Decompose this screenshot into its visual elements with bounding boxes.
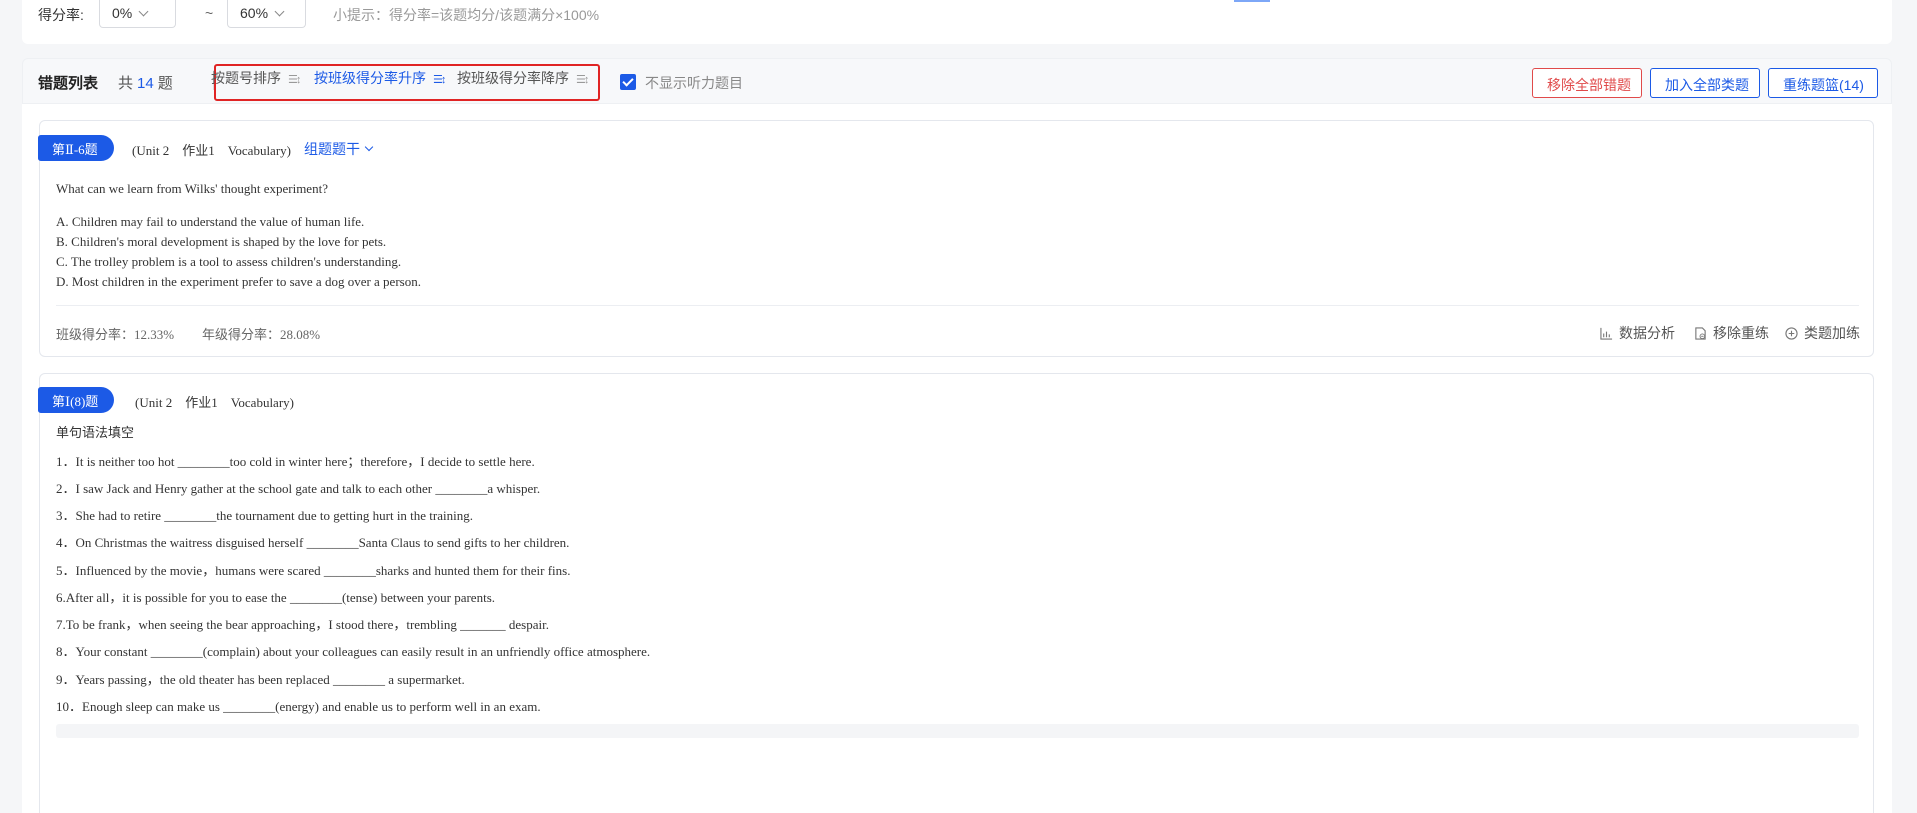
fill-item: 1．It is neither too hot ________too cold… — [56, 454, 535, 469]
option-c: C. The trolley problem is a tool to asse… — [56, 254, 402, 269]
divider — [56, 305, 1859, 306]
max-score-select[interactable]: 60% — [227, 0, 306, 28]
retrain-basket-button[interactable]: 重练题篮(14) — [1768, 68, 1878, 98]
question-prompt: What can we learn from Wilks' thought ex… — [56, 181, 328, 196]
fill-item: 8．Your constant ________(complain) about… — [56, 644, 651, 659]
question-instruction: 单句语法填空 — [56, 425, 135, 440]
score-filter-bar: 得分率: 0% ~ 60% 小提示：得分率=该题均分/该题满分×100% — [22, 0, 1892, 44]
document-remove-icon — [1695, 327, 1706, 340]
question-card: 第Ⅱ-6题 (Unit 2 作业1 Vocabulary) 组题题干 What … — [38, 120, 1874, 357]
add-all-similar-button[interactable]: 加入全部类题 — [1650, 68, 1760, 98]
grade-score-rate: 年级得分率：28.08% — [202, 327, 321, 342]
chevron-down-icon — [274, 6, 285, 17]
remove-all-wrong-button[interactable]: 移除全部错题 — [1532, 68, 1642, 98]
list-title: 错题列表 — [38, 75, 99, 92]
chevron-down-icon — [138, 6, 149, 17]
option-d: D. Most children in the experiment prefe… — [56, 274, 421, 289]
fill-item: 5．Influenced by the movie，humans were sc… — [56, 563, 571, 578]
question-source: (Unit 2 作业1 Vocabulary) — [135, 395, 294, 410]
chevron-down-icon — [364, 142, 374, 152]
group-stem-toggle[interactable]: 组题题干 — [304, 139, 374, 159]
fill-item: 6.After all，it is possible for you to ea… — [56, 590, 495, 605]
fill-item: 10．Enough sleep can make us ________(ene… — [56, 699, 541, 714]
score-rate-tip: 小提示：得分率=该题均分/该题满分×100% — [333, 7, 600, 23]
hide-listening-checkbox[interactable] — [620, 74, 636, 90]
remove-retrain-button[interactable]: 移除重练 — [1694, 323, 1769, 343]
min-score-select[interactable]: 0% — [99, 0, 176, 28]
range-separator: ~ — [205, 5, 214, 21]
question-source: (Unit 2 作业1 Vocabulary) — [132, 143, 291, 158]
question-number-tag: 第Ⅰ(8)题 — [38, 387, 115, 413]
question-count: 共 14 题 — [118, 75, 173, 92]
question-card: 第Ⅰ(8)题 (Unit 2 作业1 Vocabulary) 单句语法填空 1．… — [38, 373, 1874, 813]
active-indicator — [1234, 0, 1270, 2]
class-score-rate: 班级得分率：12.33% — [56, 327, 175, 342]
fill-item: 4．On Christmas the waitress disguised he… — [56, 535, 570, 550]
data-analysis-button[interactable]: 数据分析 — [1600, 323, 1675, 343]
fill-item: 9．Years passing，the old theater has been… — [56, 672, 465, 687]
option-a: A. Children may fail to understand the v… — [56, 214, 365, 229]
sort-icon: ☰↕ — [576, 74, 589, 86]
sort-by-number[interactable]: 按题号排序 ☰↕ — [211, 68, 301, 88]
fill-item: 2．I saw Jack and Henry gather at the sch… — [56, 481, 541, 496]
bar-chart-icon — [1600, 327, 1613, 340]
wrong-list-header: 错题列表 共 14 题 按题号排序 ☰↕ 按班级得分率升序 ☰↕ 按班级得分率降序 ☰↕ … — [22, 58, 1892, 104]
wrong-list-body: 第Ⅱ-6题 (Unit 2 作业1 Vocabulary) 组题题干 What … — [22, 104, 1892, 813]
similar-practice-button[interactable]: 类题加练 — [1785, 323, 1860, 343]
question-number-tag: 第Ⅱ-6题 — [38, 135, 114, 161]
option-b: B. Children's moral development is shape… — [56, 234, 387, 249]
hide-listening-label[interactable]: 不显示听力题目 — [645, 73, 743, 93]
sort-icon: ☰↕ — [433, 74, 446, 86]
fill-item: 3．She had to retire ________the tourname… — [56, 508, 473, 523]
score-rate-label: 得分率: — [38, 7, 84, 23]
sort-class-rate-desc[interactable]: 按班级得分率降序 ☰↕ — [457, 68, 589, 88]
sort-icon: ☰↕ — [288, 74, 301, 86]
max-score-value: 60% — [240, 5, 269, 21]
fill-item: 7.To be frank，when seeing the bear appro… — [56, 617, 549, 632]
min-score-value: 0% — [112, 5, 133, 21]
sort-class-rate-asc[interactable]: 按班级得分率升序 ☰↕ — [314, 68, 446, 88]
plus-circle-icon — [1785, 327, 1798, 340]
answer-section — [56, 724, 1859, 738]
